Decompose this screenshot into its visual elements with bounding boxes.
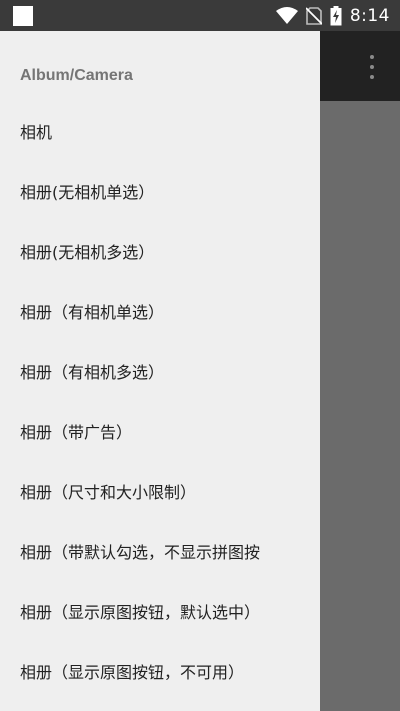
drawer-header: Album/Camera — [20, 67, 133, 84]
drawer-item-album-original-selected[interactable]: 相册（显示原图按钮，默认选中） — [0, 581, 320, 641]
notification-square-icon — [13, 6, 33, 26]
screen: 8:14 Album/Camera 相机 相册(无相机单选） 相册(无相机多选）… — [0, 0, 400, 711]
menu-dot — [370, 65, 374, 69]
navigation-drawer: Album/Camera 相机 相册(无相机单选） 相册(无相机多选） 相册（有… — [0, 31, 320, 711]
no-sim-icon — [305, 6, 322, 25]
drawer-item-album-size-limit[interactable]: 相册（尺寸和大小限制） — [0, 461, 320, 521]
drawer-item-album-no-camera-single[interactable]: 相册(无相机单选） — [0, 161, 320, 221]
status-icons: 8:14 — [275, 0, 390, 31]
drawer-item-album-default-checked[interactable]: 相册（带默认勾选，不显示拼图按 — [0, 521, 320, 581]
drawer-item-album-no-camera-multi[interactable]: 相册(无相机多选） — [0, 221, 320, 281]
more-vertical-icon[interactable] — [362, 55, 382, 79]
drawer-item-album-camera-multi[interactable]: 相册（有相机多选） — [0, 341, 320, 401]
drawer-item-album-original-disabled[interactable]: 相册（显示原图按钮，不可用） — [0, 641, 320, 701]
battery-charging-icon — [330, 5, 342, 25]
drawer-item-album-ads[interactable]: 相册（带广告） — [0, 401, 320, 461]
wifi-icon — [275, 6, 298, 24]
status-bar: 8:14 — [0, 0, 400, 31]
menu-dot — [370, 55, 374, 59]
drawer-item-album-camera-single[interactable]: 相册（有相机单选） — [0, 281, 320, 341]
menu-dot — [370, 75, 374, 79]
status-time: 8:14 — [349, 5, 390, 26]
drawer-item-camera[interactable]: 相机 — [0, 101, 320, 161]
